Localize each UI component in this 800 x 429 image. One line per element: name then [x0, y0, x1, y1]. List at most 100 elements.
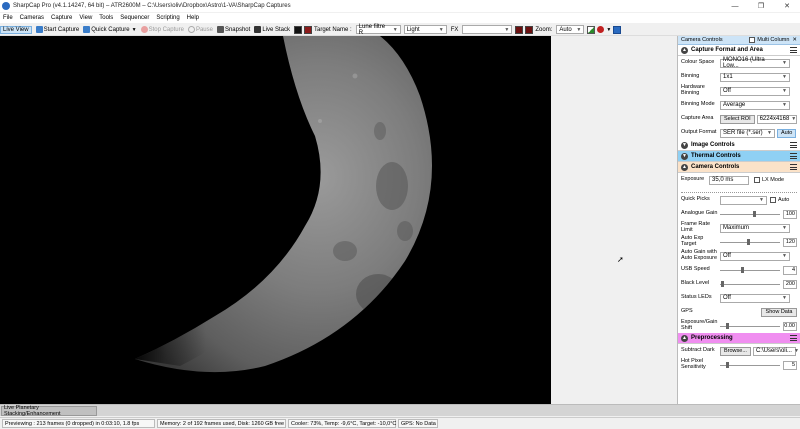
- histogram-icon[interactable]: [587, 25, 596, 34]
- hot-pixel-value[interactable]: 5: [783, 360, 797, 370]
- menu-sequencer[interactable]: Sequencer: [120, 15, 149, 21]
- section-thermal-controls[interactable]: ▼ Thermal Controls: [678, 151, 800, 162]
- capture-area-select[interactable]: 6224x4168 ▼: [756, 114, 797, 124]
- section-menu-icon[interactable]: [790, 142, 797, 148]
- snapshot-button[interactable]: Snapshot: [216, 26, 250, 33]
- exp-gain-shift-value[interactable]: 0.00: [783, 321, 797, 331]
- output-format-select[interactable]: SER file (*.ser) ▼: [720, 128, 775, 138]
- collapse-icon[interactable]: ▲: [681, 334, 688, 342]
- collapse-icon[interactable]: ▲: [681, 46, 688, 54]
- multi-column-checkbox[interactable]: [749, 37, 756, 43]
- browse-button[interactable]: Browse...: [720, 346, 751, 356]
- camera-viewport[interactable]: [0, 36, 551, 404]
- minimize-button[interactable]: —: [722, 0, 748, 12]
- target-name-select[interactable]: Lune filtre R ▼: [355, 24, 401, 36]
- show-data-button[interactable]: Show Data: [761, 307, 797, 317]
- frame-rate-limit-select[interactable]: Maximum ▼: [720, 223, 790, 233]
- overlay-button[interactable]: [525, 25, 534, 34]
- select-roi-button[interactable]: Select ROI: [720, 114, 755, 124]
- mouse-cursor-icon: ➚: [617, 255, 624, 264]
- analogue-gain-slider[interactable]: [720, 210, 780, 218]
- menu-view[interactable]: View: [79, 15, 92, 21]
- maximize-button[interactable]: ❐: [748, 0, 774, 12]
- app-icon: [2, 2, 10, 10]
- quick-capture-button[interactable]: Quick Capture ▼: [83, 26, 137, 33]
- section-menu-icon[interactable]: [790, 164, 797, 170]
- expand-icon[interactable]: ▼: [681, 152, 688, 160]
- section-menu-icon[interactable]: [790, 47, 797, 53]
- menu-cameras[interactable]: Cameras: [20, 15, 44, 21]
- menu-file[interactable]: File: [3, 15, 13, 21]
- auto-exp-target-row: Auto Exp Target 120: [678, 235, 800, 249]
- section-camera-controls[interactable]: ▲ Camera Controls: [678, 162, 800, 173]
- start-capture-icon: [35, 26, 43, 33]
- menu-scripting[interactable]: Scripting: [156, 15, 179, 21]
- display-toggle-button[interactable]: [294, 25, 302, 34]
- pin-icon[interactable]: ✕: [792, 37, 797, 43]
- live-planetary-stacking-tab[interactable]: Live Planetary Stacking/Enhancement: [1, 405, 97, 417]
- live-stack-button[interactable]: Live Stack: [254, 26, 290, 33]
- binning-mode-row: Binning Mode Average ▼: [678, 98, 800, 112]
- section-thermal-controls-label: Thermal Controls: [691, 153, 741, 159]
- section-image-controls[interactable]: ▼ Image Controls: [678, 140, 800, 151]
- binning-mode-select[interactable]: Average ▼: [720, 100, 790, 110]
- chevron-down-icon: ▼: [782, 102, 787, 108]
- pause-button[interactable]: Pause: [187, 26, 213, 33]
- stop-capture-button[interactable]: Stop Capture: [140, 26, 184, 33]
- hardware-binning-select[interactable]: Off ▼: [720, 86, 790, 96]
- usb-speed-slider[interactable]: [720, 266, 780, 274]
- auto-exp-target-value[interactable]: 120: [783, 237, 797, 247]
- section-preprocessing-label: Preprocessing: [691, 335, 733, 341]
- usb-speed-value[interactable]: 4: [783, 265, 797, 275]
- section-menu-icon[interactable]: [790, 335, 797, 341]
- exp-gain-shift-slider[interactable]: [720, 322, 780, 330]
- black-level-slider[interactable]: [720, 280, 780, 288]
- output-format-label: Output Format: [681, 129, 717, 136]
- capture-area-label: Capture Area: [681, 115, 714, 122]
- auto-exp-target-slider[interactable]: [720, 238, 780, 246]
- tools-icon[interactable]: [613, 25, 622, 34]
- start-capture-button[interactable]: Start Capture: [35, 26, 80, 33]
- collapse-icon[interactable]: ▲: [681, 163, 688, 171]
- menu-tools[interactable]: Tools: [99, 15, 113, 21]
- start-capture-label: Start Capture: [43, 26, 80, 33]
- section-preprocessing[interactable]: ▲ Preprocessing: [678, 333, 800, 344]
- red-target-icon[interactable]: [597, 26, 605, 33]
- quick-capture-icon: [83, 26, 91, 33]
- reticule-button[interactable]: [515, 25, 524, 34]
- usb-speed-label: USB Speed: [681, 266, 710, 273]
- auto-gain-exposure-select[interactable]: Off ▼: [720, 251, 790, 261]
- colour-space-select[interactable]: MONO16 (Ultra Low... ▼: [720, 57, 790, 69]
- exposure-label: Exposure: [681, 176, 705, 183]
- auto-exposure-checkbox[interactable]: [770, 197, 776, 203]
- section-menu-icon[interactable]: [790, 153, 797, 159]
- multi-column-toggle[interactable]: Multi Column ✕: [749, 37, 797, 43]
- title-bar: SharpCap Pro (v4.1.14247, 64 bit) – ATR2…: [0, 0, 800, 12]
- expand-icon[interactable]: ▼: [681, 141, 688, 149]
- subtract-dark-select[interactable]: C:\Users\oli... ▼: [752, 346, 799, 356]
- close-button[interactable]: ✕: [774, 0, 800, 12]
- target-type-select[interactable]: Light ▼: [403, 25, 447, 34]
- binning-select[interactable]: 1x1 ▼: [720, 72, 790, 82]
- menu-bar: File Cameras Capture View Tools Sequence…: [0, 13, 800, 23]
- preview-status: Previewing : 213 frames (0 dropped) in 0…: [2, 419, 155, 428]
- auto-format-button[interactable]: Auto: [777, 128, 797, 138]
- menu-capture[interactable]: Capture: [51, 15, 72, 21]
- zoom-label: Zoom:: [535, 26, 553, 33]
- zoom-select[interactable]: Auto ▼: [556, 25, 585, 34]
- menu-help[interactable]: Help: [187, 15, 199, 21]
- fx-select[interactable]: ▼: [462, 25, 513, 34]
- exposure-input[interactable]: 35,0 ms: [709, 175, 749, 185]
- pause-icon: [187, 26, 195, 33]
- chevron-down-icon: ▼: [131, 26, 137, 33]
- analogue-gain-value[interactable]: 100: [783, 209, 797, 219]
- section-capture-format[interactable]: ▲ Capture Format and Area: [678, 45, 800, 56]
- black-level-value[interactable]: 200: [783, 279, 797, 289]
- window-title: SharpCap Pro (v4.1.14247, 64 bit) – ATR2…: [13, 3, 291, 9]
- quick-picks-select[interactable]: ▼: [720, 195, 767, 205]
- live-view-button[interactable]: Live View: [0, 25, 32, 34]
- status-leds-select[interactable]: Off ▼: [720, 293, 790, 303]
- hot-pixel-slider[interactable]: [720, 361, 780, 369]
- color-swatch-button[interactable]: [304, 25, 312, 34]
- lx-mode-checkbox[interactable]: [754, 177, 760, 183]
